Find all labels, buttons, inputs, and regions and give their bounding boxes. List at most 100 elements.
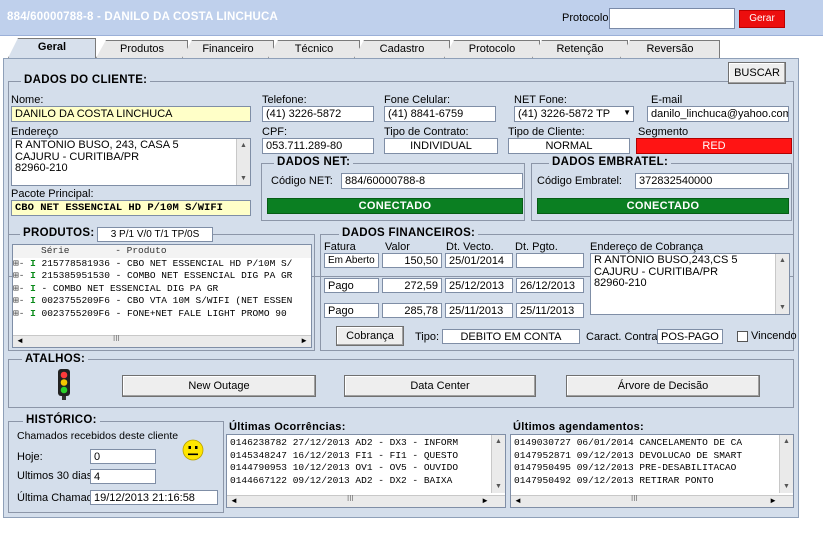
ocorrencia-row[interactable]: 0146238782 27/12/2013 AD2 - DX3 - INFORM: [230, 437, 489, 450]
valor-1[interactable]: 272,59: [382, 278, 442, 293]
window-title: 884/60000788-8 - DANILO DA COSTA LINCHUC…: [7, 11, 279, 23]
buscar-button[interactable]: BUSCAR: [728, 62, 786, 84]
valor-0[interactable]: 150,50: [382, 253, 442, 268]
produto-row[interactable]: ⊞- I 215385951530 - COMBO NET ESSENCIAL …: [13, 270, 311, 283]
produto-row[interactable]: ⊞- I 0023755209F6 - FONE+NET FALE LIGHT …: [13, 308, 311, 321]
codigo-embratel-label: Código Embratel:: [537, 175, 622, 187]
protocolo-input[interactable]: [609, 8, 735, 29]
endereco-field[interactable]: R ANTONIO BUSO, 243, CASA 5 CAJURU - CUR…: [11, 138, 251, 186]
cobranca-line-3: 82960-210: [594, 277, 647, 289]
endereco-scrollbar[interactable]: ▲ ▼: [236, 139, 250, 185]
tipo-field[interactable]: DEBITO EM CONTA: [442, 329, 580, 344]
historico-title: HISTÓRICO:: [23, 414, 100, 426]
pgto-2[interactable]: 25/11/2013: [516, 303, 584, 318]
hoje-label: Hoje:: [17, 451, 43, 463]
produtos-list[interactable]: Série - Produto ⊞- I 215778581936 - CBO …: [12, 244, 312, 348]
fatura-0[interactable]: Em Aberto: [324, 253, 379, 268]
gerar-button[interactable]: Gerar: [739, 10, 785, 28]
ocorrencias-hscrollbar[interactable]: ◄ III ►: [227, 494, 505, 507]
tipo-label: Tipo:: [415, 331, 440, 343]
contrato-label: Tipo de Contrato:: [384, 126, 469, 138]
atalhos-title: ATALHOS:: [22, 353, 89, 365]
tab-tecnico[interactable]: Técnico: [268, 40, 360, 58]
vincendo-checkbox[interactable]: Vincendo: [737, 330, 797, 342]
ultimos30-field[interactable]: 4: [90, 469, 156, 484]
codigo-embratel-field[interactable]: 372832540000: [635, 173, 789, 189]
vecto-2[interactable]: 25/11/2013: [445, 303, 513, 318]
endereco-cobranca-field[interactable]: R ANTONIO BUSO,243,CS 5 CAJURU - CURITIB…: [590, 253, 790, 315]
data-center-button[interactable]: Data Center: [344, 375, 536, 397]
agendamentos-list[interactable]: 0149030727 06/01/2014 CANCELAMENTO DE CA…: [510, 434, 794, 508]
agendamentos-vscrollbar[interactable]: ▲ ▼: [779, 435, 793, 493]
cobranca-line-1: R ANTONIO BUSO,243,CS 5: [594, 254, 738, 266]
tab-protocolo[interactable]: Protocolo: [444, 40, 540, 58]
netfone-select[interactable]: (41) 3226-5872 TP ▼: [514, 106, 634, 122]
embratel-status-badge: CONECTADO: [537, 198, 789, 214]
cobranca-scrollbar[interactable]: ▲ ▼: [775, 254, 789, 314]
agendamentos-title: Últimos agendamentos:: [513, 421, 644, 433]
ocorrencias-vscrollbar[interactable]: ▲ ▼: [491, 435, 505, 493]
telefone-label: Telefone:: [262, 94, 307, 106]
traffic-light-icon: [54, 369, 74, 400]
col-produto: - Produto: [115, 245, 167, 256]
produtos-hscrollbar[interactable]: ◄ III ►: [13, 334, 311, 347]
tab-financeiro[interactable]: Financeiro: [182, 40, 274, 58]
tab-geral[interactable]: Geral: [8, 38, 96, 58]
col-valor: Valor: [385, 241, 410, 253]
hoje-field[interactable]: 0: [90, 449, 156, 464]
col-fatura: Fatura: [324, 241, 356, 253]
tipo-cliente-field[interactable]: NORMAL: [508, 138, 630, 154]
smiley-icon: [182, 439, 204, 461]
netfone-value: (41) 3226-5872 TP: [518, 108, 611, 120]
cpf-field[interactable]: 053.711.289-80: [262, 138, 374, 154]
ocorrencia-row[interactable]: 0144790953 10/12/2013 OV1 - OV5 - OUVIDO: [230, 462, 489, 475]
pgto-1[interactable]: 26/12/2013: [516, 278, 584, 293]
tab-produtos[interactable]: Produtos: [96, 40, 188, 58]
email-field[interactable]: danilo_linchuca@yahoo.com.br: [647, 106, 789, 122]
produto-row[interactable]: ⊞- I 215778581936 - CBO NET ESSENCIAL HD…: [13, 258, 311, 271]
vecto-1[interactable]: 25/12/2013: [445, 278, 513, 293]
col-endereco-cobranca: Endereço de Cobrança: [590, 241, 704, 253]
codigo-net-field[interactable]: 884/60000788-8: [341, 173, 523, 189]
fatura-1[interactable]: Pago: [324, 278, 379, 293]
embratel-title: DADOS EMBRATEL:: [549, 156, 672, 168]
chevron-down-icon[interactable]: ▼: [623, 108, 631, 117]
tab-reversao[interactable]: Reversão: [620, 40, 720, 58]
col-pgto: Dt. Pgto.: [515, 241, 558, 253]
ultima-chamada-field[interactable]: 19/12/2013 21:16:58: [90, 490, 218, 505]
vecto-0[interactable]: 25/01/2014: [445, 253, 513, 268]
caract-field[interactable]: POS-PAGO: [657, 329, 723, 344]
financeiro-title: DADOS FINANCEIROS:: [339, 227, 479, 239]
agendamento-row[interactable]: 0147950495 09/12/2013 PRE-DESABILITACAO: [514, 462, 777, 475]
tab-retencao[interactable]: Retenção: [532, 40, 628, 58]
valor-2[interactable]: 285,78: [382, 303, 442, 318]
codigo-net-label: Código NET:: [271, 175, 333, 187]
celular-field[interactable]: (41) 8841-6759: [384, 106, 496, 122]
new-outage-button[interactable]: New Outage: [122, 375, 316, 397]
cobranca-button[interactable]: Cobrança: [336, 326, 404, 346]
net-title: DADOS NET:: [274, 156, 354, 168]
produtos-header: Série - Produto: [13, 245, 311, 258]
produto-row[interactable]: ⊞- I - COMBO NET ESSENCIAL DIG PA GR: [13, 283, 311, 296]
fatura-2[interactable]: Pago: [324, 303, 379, 318]
pacote-field[interactable]: CBO NET ESSENCIAL HD P/10M S/WIFI: [11, 200, 251, 216]
ocorrencia-row[interactable]: 0145348247 16/12/2013 FI1 - FI1 - QUESTO: [230, 450, 489, 463]
produto-row[interactable]: ⊞- I 0023755209F6 - CBO VTA 10M S/WIFI (…: [13, 295, 311, 308]
arvore-decisao-button[interactable]: Árvore de Decisão: [566, 375, 760, 397]
vincendo-label: Vincendo: [751, 330, 797, 342]
net-status-badge: CONECTADO: [267, 198, 523, 214]
pgto-0[interactable]: [516, 253, 584, 268]
contrato-field[interactable]: INDIVIDUAL: [384, 138, 498, 154]
agendamento-row[interactable]: 0149030727 06/01/2014 CANCELAMENTO DE CA: [514, 437, 777, 450]
agendamento-row[interactable]: 0147952871 09/12/2013 DEVOLUCAO DE SMART: [514, 450, 777, 463]
ocorrencias-list[interactable]: 0146238782 27/12/2013 AD2 - DX3 - INFORM…: [226, 434, 506, 508]
tab-cadastro[interactable]: Cadastro: [354, 40, 450, 58]
col-vecto: Dt. Vecto.: [446, 241, 494, 253]
telefone-field[interactable]: (41) 3226-5872: [262, 106, 374, 122]
agendamentos-hscrollbar[interactable]: ◄ III ►: [511, 494, 793, 507]
nome-field[interactable]: DANILO DA COSTA LINCHUCA: [11, 106, 251, 122]
endereco-line-3: 82960-210: [15, 162, 68, 174]
vincendo-check-icon: [737, 330, 748, 342]
ocorrencia-row[interactable]: 0144667122 09/12/2013 AD2 - DX2 - BAIXA: [230, 475, 489, 488]
agendamento-row[interactable]: 0147950492 09/12/2013 RETIRAR PONTO: [514, 475, 777, 488]
